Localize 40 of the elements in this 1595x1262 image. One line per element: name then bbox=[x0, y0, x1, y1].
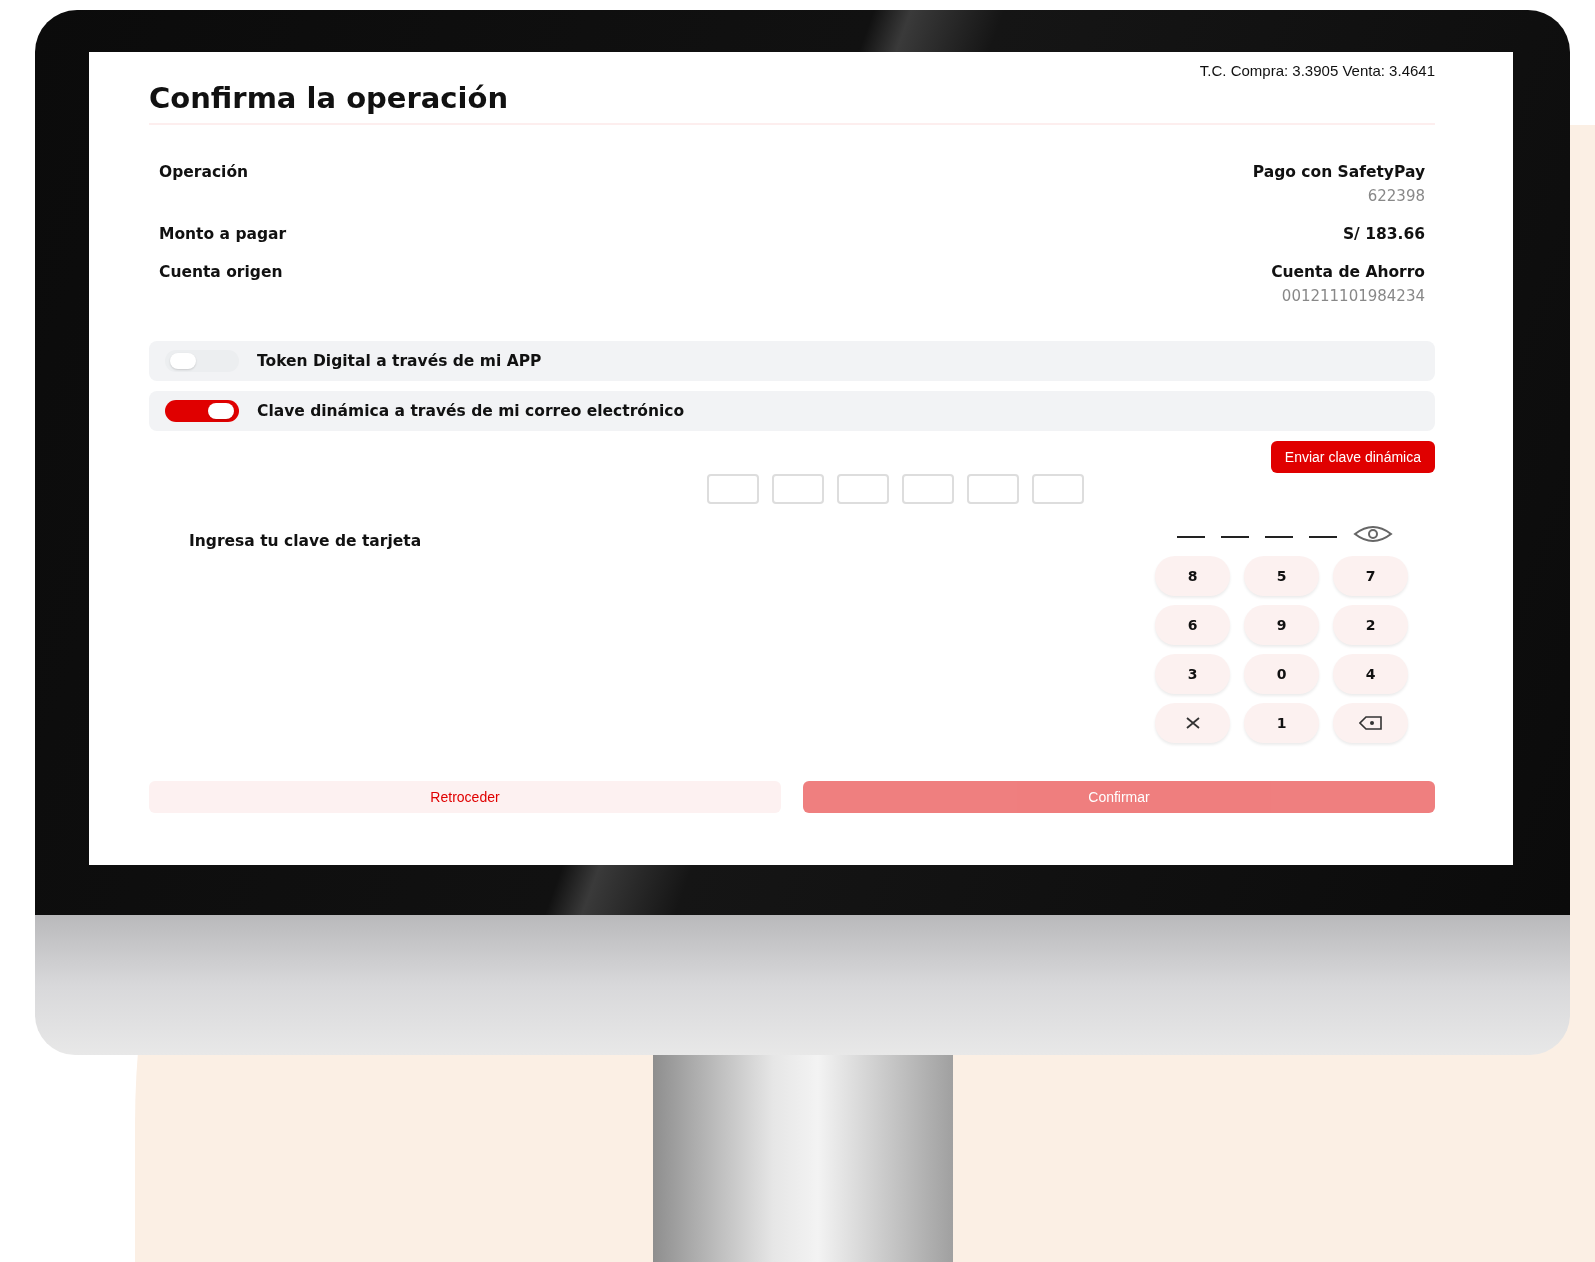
pin-label: Ingresa tu clave de tarjeta bbox=[189, 532, 422, 552]
detail-label: Cuenta origen bbox=[159, 263, 283, 283]
code-input-field[interactable] bbox=[772, 474, 824, 504]
exchange-rate: T.C. Compra: 3.3905 Venta: 3.4641 bbox=[1198, 62, 1435, 79]
code-input-field[interactable] bbox=[1032, 474, 1084, 504]
detail-subvalue: 622398 bbox=[1367, 187, 1425, 205]
keypad-key[interactable]: 5 bbox=[1244, 556, 1319, 596]
keypad-key[interactable]: 2 bbox=[1333, 605, 1408, 645]
keypad-key[interactable]: 4 bbox=[1333, 654, 1408, 694]
detail-subvalue: 001211101984234 bbox=[1281, 287, 1425, 305]
auth-option[interactable]: Token Digital a través de mi APP bbox=[149, 341, 1435, 381]
back-button[interactable]: Retroceder bbox=[149, 781, 781, 813]
send-code-button[interactable]: Enviar clave dinámica bbox=[1270, 441, 1435, 473]
code-input-field[interactable] bbox=[707, 474, 759, 504]
toggle-switch[interactable] bbox=[165, 400, 239, 422]
keypad-key[interactable]: 1 bbox=[1244, 703, 1319, 743]
option-label: Clave dinámica a través de mi correo electrónico bbox=[257, 402, 685, 420]
code-input-field[interactable] bbox=[902, 474, 954, 504]
keypad-key[interactable]: 7 bbox=[1333, 556, 1408, 596]
backspace-key[interactable] bbox=[1333, 703, 1408, 743]
clear-key[interactable] bbox=[1155, 703, 1230, 743]
code-input-field[interactable] bbox=[967, 474, 1019, 504]
backspace-icon bbox=[1358, 716, 1383, 730]
keypad-key[interactable]: 3 bbox=[1155, 654, 1230, 694]
keypad-key[interactable]: 8 bbox=[1155, 556, 1230, 596]
page-title: Confirma la operación bbox=[149, 81, 1435, 125]
toggle-switch[interactable] bbox=[165, 350, 239, 372]
detail-label: Monto a pagar bbox=[159, 225, 287, 243]
keypad-key[interactable]: 0 bbox=[1244, 654, 1319, 694]
keypad-key[interactable]: 9 bbox=[1244, 605, 1319, 645]
show-password-icon[interactable] bbox=[1353, 524, 1393, 544]
detail-value: S/ 183.66 bbox=[1342, 225, 1425, 243]
keypad-key[interactable]: 6 bbox=[1155, 605, 1230, 645]
code-input-field[interactable] bbox=[837, 474, 889, 504]
detail-label: Operación bbox=[159, 163, 249, 183]
option-label: Token Digital a través de mi APP bbox=[257, 352, 542, 370]
detail-value: Cuenta de Ahorro bbox=[1271, 263, 1425, 281]
auth-option[interactable]: Clave dinámica a través de mi correo electrónico bbox=[149, 391, 1435, 431]
detail-value: Pago con SafetyPay bbox=[1252, 163, 1425, 181]
close-icon bbox=[1184, 717, 1201, 729]
